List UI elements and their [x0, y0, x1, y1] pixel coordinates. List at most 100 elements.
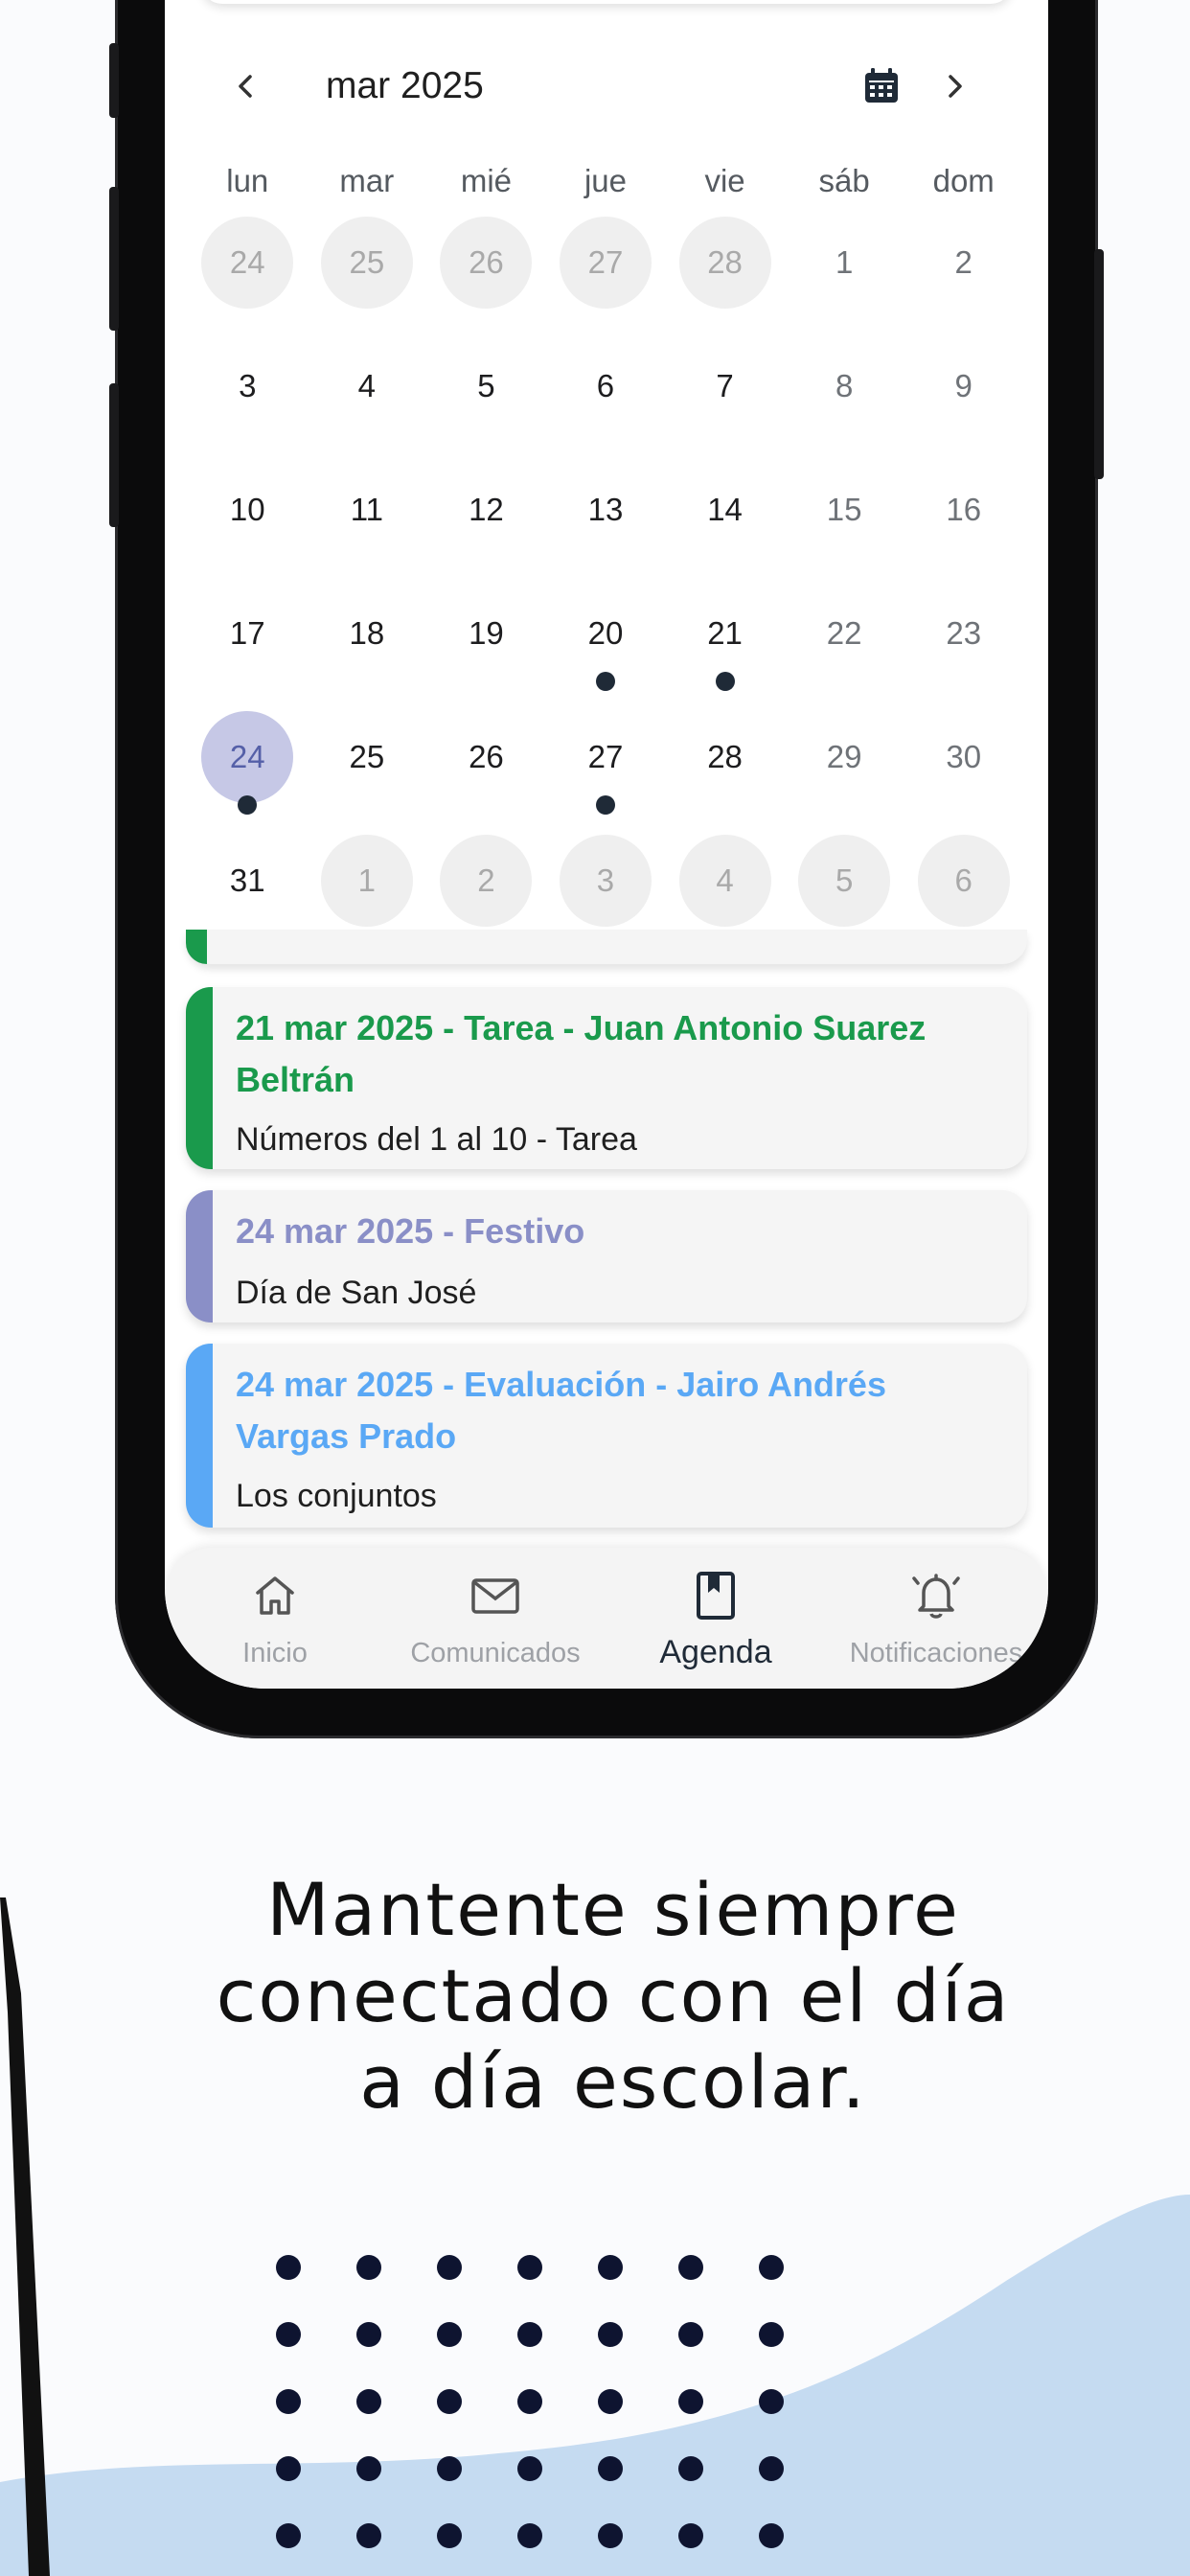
weekday-label: vie — [704, 163, 745, 198]
calendar-day[interactable]: 18 — [308, 587, 427, 711]
calendar-day[interactable]: 6 — [546, 340, 666, 464]
day-number: 3 — [559, 835, 652, 927]
calendar-day[interactable]: 16 — [904, 464, 1023, 587]
nav-inicio[interactable]: Inicio — [165, 1567, 385, 1669]
weekday-label: mié — [460, 163, 513, 198]
decorative-dot — [356, 2456, 381, 2481]
nav-label: Agenda — [659, 1634, 772, 1670]
day-number: 28 — [707, 739, 743, 774]
calendar-day[interactable]: 29 — [785, 711, 904, 835]
decorative-dot — [598, 2456, 623, 2481]
day-number: 23 — [946, 615, 982, 651]
calendar-day[interactable]: 4 — [308, 340, 427, 464]
calendar-day[interactable]: 8 — [785, 340, 904, 464]
day-number: 14 — [707, 492, 743, 527]
decorative-dot — [759, 2523, 784, 2548]
chevron-right-icon — [949, 75, 962, 98]
weekday-label: lun — [226, 163, 269, 198]
nav-comunicados[interactable]: Comunicados — [385, 1567, 606, 1669]
home-icon — [256, 1576, 294, 1615]
calendar-day[interactable]: 28 — [665, 217, 785, 340]
event-card[interactable]: 24 mar 2025 - Evaluación - Jairo Andrés … — [186, 1344, 1027, 1528]
day-number: 15 — [826, 492, 862, 527]
calendar-day[interactable]: 15 — [785, 464, 904, 587]
calendar-day[interactable]: 17 — [188, 587, 308, 711]
calendar-day[interactable]: 14 — [665, 464, 785, 587]
day-number: 16 — [946, 492, 982, 527]
decorative-dot — [356, 2523, 381, 2548]
calendar-day[interactable]: 25 — [308, 711, 427, 835]
calendar-day[interactable]: 9 — [904, 340, 1023, 464]
decorative-dot — [678, 2456, 703, 2481]
day-number: 2 — [440, 835, 533, 927]
day-number: 21 — [707, 615, 743, 651]
calendar-day[interactable]: 13 — [546, 464, 666, 587]
nav-notificaciones[interactable]: Notificaciones — [826, 1567, 1046, 1669]
day-number: 25 — [349, 739, 385, 774]
decorative-dot — [678, 2523, 703, 2548]
day-number: 28 — [678, 217, 771, 309]
bottom-navigation: Inicio Comunicados Agenda Notificaciones — [165, 1548, 1048, 1689]
calendar-day[interactable]: 20 — [546, 587, 666, 711]
bookmark-icon — [697, 1572, 735, 1620]
tagline-line: a día escolar. — [359, 2039, 867, 2125]
chevron-left-icon — [239, 75, 252, 98]
decorative-dot — [356, 2255, 381, 2280]
calendar-day[interactable]: 19 — [426, 587, 546, 711]
calendar-picker-button[interactable] — [853, 58, 910, 115]
previous-month-button[interactable] — [217, 58, 275, 115]
calendar-day[interactable]: 27 — [546, 711, 666, 835]
calendar-day[interactable]: 27 — [546, 217, 666, 340]
phone-side-button — [109, 383, 119, 527]
event-subtitle: Los conjuntos — [236, 1478, 437, 1514]
event-card[interactable]: 21 mar 2025 - Tarea - Juan Antonio Suare… — [186, 987, 1027, 1169]
calendar-day[interactable]: 12 — [426, 464, 546, 587]
calendar-day[interactable]: 21 — [665, 587, 785, 711]
weekday-label: sáb — [818, 163, 870, 198]
event-subtitle: Números del 1 al 10 - Tarea — [236, 1121, 637, 1158]
calendar-day[interactable]: 25 — [308, 217, 427, 340]
decorative-dot — [678, 2389, 703, 2414]
calendar-day[interactable]: 1 — [785, 217, 904, 340]
calendar-day[interactable]: 5 — [426, 340, 546, 464]
calendar-day[interactable]: 10 — [188, 464, 308, 587]
day-number: 10 — [229, 492, 265, 527]
calendar-day[interactable]: 22 — [785, 587, 904, 711]
calendar-day[interactable]: 2 — [904, 217, 1023, 340]
event-color-stripe — [186, 987, 213, 1169]
decorative-dot — [759, 2255, 784, 2280]
calendar-day-grid: 24 25 26 27 28 1 2 3 4 5 6 7 8 9 10 11 12 13 14 15 16 17 18 19 2… — [188, 217, 1023, 958]
phone-side-button — [1094, 249, 1104, 479]
calendar-day[interactable]: 28 — [665, 711, 785, 835]
calendar-day[interactable]: 24 — [188, 217, 308, 340]
calendar-day-selected[interactable]: 24 — [188, 711, 308, 835]
decorative-dot — [437, 2255, 462, 2280]
day-number: 25 — [320, 217, 413, 309]
calendar-day[interactable]: 26 — [426, 711, 546, 835]
event-card[interactable]: 24 mar 2025 - Festivo Día de San José — [186, 1190, 1027, 1322]
day-number: 6 — [596, 368, 615, 403]
day-number: 6 — [917, 835, 1010, 927]
next-month-button[interactable] — [926, 58, 983, 115]
calendar-day[interactable]: 23 — [904, 587, 1023, 711]
event-indicator-dot — [595, 795, 615, 815]
day-number: 12 — [469, 492, 504, 527]
decorative-dot — [276, 2255, 301, 2280]
decorative-dot — [276, 2456, 301, 2481]
day-number: 31 — [229, 862, 265, 898]
nav-agenda[interactable]: Agenda — [606, 1567, 826, 1671]
calendar-day[interactable]: 3 — [188, 340, 308, 464]
day-number: 26 — [440, 217, 533, 309]
day-number: 11 — [350, 492, 383, 527]
bell-icon — [912, 1574, 960, 1619]
top-card-edge — [201, 0, 1012, 4]
day-number: 22 — [826, 615, 862, 651]
event-title: 24 mar 2025 - Festivo — [236, 1211, 585, 1251]
calendar-day[interactable]: 26 — [426, 217, 546, 340]
event-indicator-dot — [238, 795, 258, 815]
calendar-day[interactable]: 11 — [308, 464, 427, 587]
calendar-day[interactable]: 7 — [665, 340, 785, 464]
calendar-day[interactable]: 30 — [904, 711, 1023, 835]
calendar-header: mar 2025 — [165, 46, 1048, 128]
day-number: 1 — [835, 244, 854, 280]
